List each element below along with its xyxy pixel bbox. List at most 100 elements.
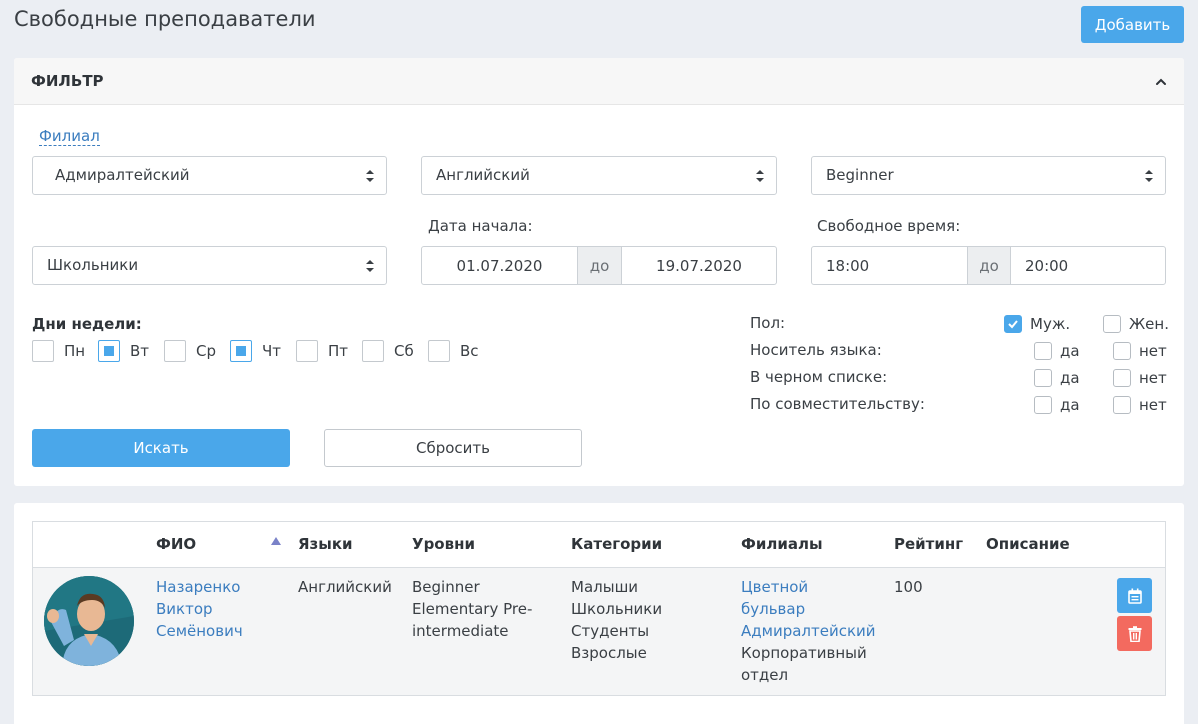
native-yes-option[interactable]: да <box>1034 342 1080 360</box>
column-header-name[interactable]: ФИО <box>156 535 196 553</box>
weekday-thu[interactable]: Чт <box>230 340 281 362</box>
level-select[interactable]: Beginner <box>811 156 1166 195</box>
table-header: ФИО Языки Уровни Категории Филиалы Рейти… <box>33 522 1165 568</box>
select-arrows-icon <box>756 170 764 182</box>
branch-link-tsvetnoy[interactable]: Цветной бульвар <box>741 576 876 620</box>
gender-female-checkbox[interactable] <box>1103 315 1121 333</box>
time-from-input[interactable]: 18:00 <box>812 247 967 284</box>
weekday-label: Вс <box>460 342 479 360</box>
column-header-branches[interactable]: Филиалы <box>741 535 823 553</box>
date-from-input[interactable]: 01.07.2020 <box>422 247 577 284</box>
column-header-categories[interactable]: Категории <box>571 535 662 553</box>
teacher-levels: Beginner Elementary Pre- intermediate <box>412 576 547 642</box>
parttime-yes-option[interactable]: да <box>1034 396 1080 414</box>
parttime-no-label: нет <box>1139 396 1167 414</box>
weekday-sun[interactable]: Вс <box>428 340 479 362</box>
weekday-fri[interactable]: Пт <box>296 340 348 362</box>
select-arrows-icon <box>1145 170 1153 182</box>
weekday-label: Сб <box>394 342 414 360</box>
results-panel: ФИО Языки Уровни Категории Филиалы Рейти… <box>14 503 1184 724</box>
weekday-checkbox[interactable] <box>428 340 450 362</box>
filter-header[interactable]: ФИЛЬТР <box>14 58 1184 105</box>
date-label: Дата начала: <box>428 217 533 235</box>
column-header-languages[interactable]: Языки <box>298 535 353 553</box>
branch-link-admiralteysky[interactable]: Адмиралтейский <box>741 620 876 642</box>
teacher-first-name: Виктор <box>156 600 213 618</box>
weekday-checkbox[interactable] <box>98 340 120 362</box>
native-yes-checkbox[interactable] <box>1034 342 1052 360</box>
language-select[interactable]: Английский <box>421 156 777 195</box>
weekday-mon[interactable]: Пн <box>32 340 85 362</box>
teachers-table: ФИО Языки Уровни Категории Филиалы Рейти… <box>32 521 1166 696</box>
weekday-label: Ср <box>196 342 216 360</box>
time-label: Свободное время: <box>817 217 961 235</box>
teacher-patronymic: Семёнович <box>156 622 243 640</box>
parttime-no-checkbox[interactable] <box>1113 396 1131 414</box>
check-icon <box>1008 320 1018 329</box>
table-row: Назаренко Виктор Семёнович Английский Be… <box>33 568 1165 695</box>
native-no-checkbox[interactable] <box>1113 342 1131 360</box>
gender-male-option[interactable]: Муж. <box>1004 315 1070 333</box>
time-range: 18:00 до 20:00 <box>811 246 1166 285</box>
native-no-label: нет <box>1139 342 1167 360</box>
delete-button[interactable] <box>1117 616 1152 651</box>
weekday-checkbox[interactable] <box>230 340 252 362</box>
gender-female-option[interactable]: Жен. <box>1103 315 1169 333</box>
branch-select-value: Адмиралтейский <box>55 166 190 184</box>
weekday-tue[interactable]: Вт <box>98 340 149 362</box>
native-no-option[interactable]: нет <box>1113 342 1167 360</box>
category-item: Малыши <box>571 578 639 596</box>
schedule-button[interactable] <box>1117 578 1152 613</box>
weekdays-title: Дни недели: <box>32 315 142 333</box>
parttime-yes-checkbox[interactable] <box>1034 396 1052 414</box>
time-to-input[interactable]: 20:00 <box>1011 247 1165 284</box>
blacklist-yes-checkbox[interactable] <box>1034 369 1052 387</box>
weekday-checkbox[interactable] <box>362 340 384 362</box>
gender-male-label: Муж. <box>1030 315 1071 333</box>
search-button[interactable]: Искать <box>32 429 290 467</box>
level-item: Beginner <box>412 578 480 596</box>
trash-icon <box>1128 625 1141 642</box>
weekday-label: Пн <box>64 342 86 360</box>
branch-link-text: бульвар <box>741 600 806 618</box>
blacklist-yes-option[interactable]: да <box>1034 369 1080 387</box>
weekday-wed[interactable]: Ср <box>164 340 216 362</box>
weekday-sat[interactable]: Сб <box>362 340 414 362</box>
blacklist-no-label: нет <box>1139 369 1167 387</box>
add-button[interactable]: Добавить <box>1081 6 1184 43</box>
column-header-levels[interactable]: Уровни <box>412 535 475 553</box>
category-select[interactable]: Школьники <box>32 246 387 285</box>
teacher-name-link[interactable]: Назаренко Виктор Семёнович <box>156 576 243 642</box>
branch-plain-text: отдел <box>741 666 789 684</box>
sort-asc-icon[interactable] <box>271 537 281 545</box>
teacher-branches: Цветной бульвар Адмиралтейский Корпорати… <box>741 576 876 686</box>
blacklist-no-option[interactable]: нет <box>1113 369 1167 387</box>
gender-male-checkbox[interactable] <box>1004 315 1022 333</box>
native-yes-label: да <box>1060 342 1080 360</box>
gender-label: Пол: <box>750 314 786 332</box>
filter-panel: ФИЛЬТР Филиал Адмиралтейский Английский … <box>14 58 1184 486</box>
weekday-checkbox[interactable] <box>296 340 318 362</box>
reset-button[interactable]: Сбросить <box>324 429 582 467</box>
branch-select[interactable]: Адмиралтейский <box>32 156 387 195</box>
native-speaker-label: Носитель языка: <box>750 341 882 359</box>
column-header-rating[interactable]: Рейтинг <box>894 535 963 553</box>
weekday-checkbox[interactable] <box>32 340 54 362</box>
date-to-input[interactable]: 19.07.2020 <box>622 247 776 284</box>
parttime-no-option[interactable]: нет <box>1113 396 1167 414</box>
calendar-icon <box>1127 588 1142 604</box>
blacklist-label: В черном списке: <box>750 368 888 386</box>
blacklist-yes-label: да <box>1060 369 1080 387</box>
category-item: Студенты <box>571 622 650 640</box>
blacklist-no-checkbox[interactable] <box>1113 369 1131 387</box>
chevron-up-icon[interactable] <box>1154 75 1168 89</box>
weekday-checkbox[interactable] <box>164 340 186 362</box>
teacher-rating: 100 <box>894 578 923 596</box>
weekday-label: Пт <box>328 342 349 360</box>
teacher-avatar[interactable] <box>44 576 134 666</box>
category-select-value: Школьники <box>47 256 139 274</box>
branch-link[interactable]: Филиал <box>39 127 100 146</box>
column-header-description[interactable]: Описание <box>986 535 1070 553</box>
teacher-surname: Назаренко <box>156 578 241 596</box>
page-title: Свободные преподаватели <box>14 7 316 31</box>
